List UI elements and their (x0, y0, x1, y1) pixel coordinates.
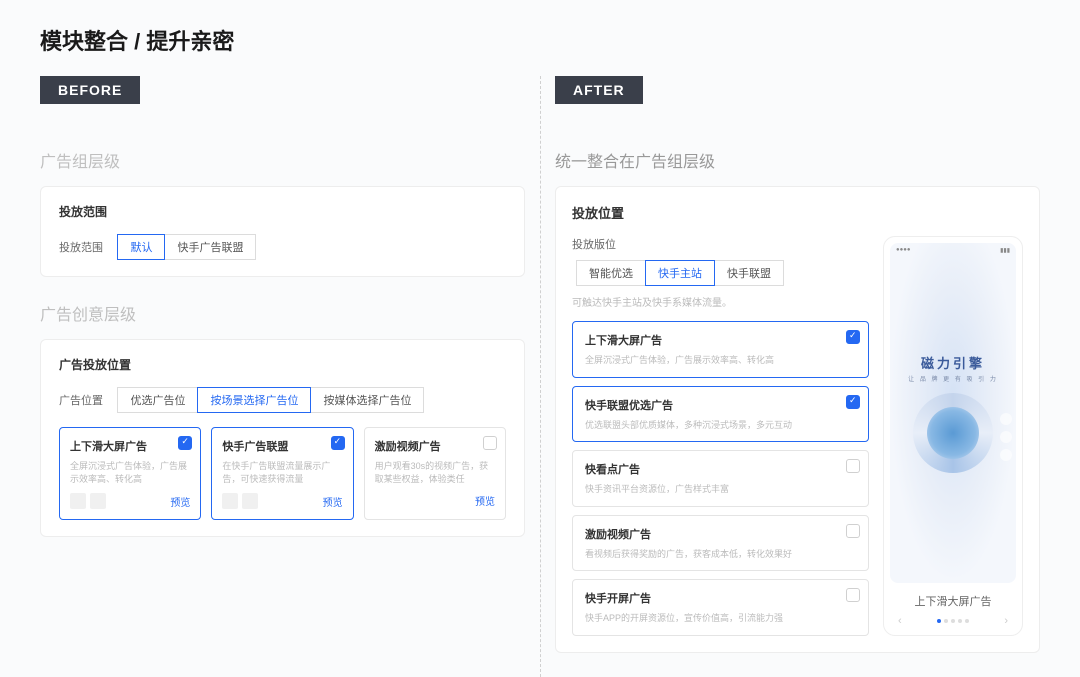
seg-default[interactable]: 默认 (117, 234, 165, 260)
opt-card-union[interactable]: 快手广告联盟 在快手广告联盟流量展示广告，可快速获得流量 预览 (211, 427, 353, 520)
section-label-adgroup: 广告组层级 (40, 148, 525, 172)
before-column: BEFORE 广告组层级 投放范围 投放范围 默认 快手广告联盟 广告创意层级 … (40, 76, 525, 677)
section-label-creative: 广告创意层级 (40, 301, 525, 325)
preview-link[interactable]: 预览 (475, 493, 495, 508)
opt-desc: 优选联盟头部优质媒体，多种沉浸式场景，多元互动 (585, 419, 856, 432)
opt-title: 激励视频广告 (375, 438, 495, 454)
opt-title: 上下滑大屏广告 (70, 438, 190, 454)
opt-desc: 全屏沉浸式广告体验，广告展示效率高、转化高 (585, 354, 856, 367)
opt-title: 快手开屏广告 (585, 590, 856, 606)
opt-desc: 快手资讯平台资源位，广告样式丰富 (585, 483, 856, 496)
checkbox-icon[interactable] (846, 588, 860, 602)
card-title: 广告投放位置 (59, 356, 506, 373)
phone-sub: 让 品 牌 更 有 吸 引 力 (908, 374, 998, 383)
phone-caption: 上下滑大屏广告 (890, 583, 1016, 613)
opt-desc: 快手APP的开屏资源位，宣传价值高，引流能力强 (585, 612, 856, 625)
tab-union[interactable]: 快手联盟 (714, 260, 784, 286)
section-label-unified: 统一整合在广告组层级 (555, 148, 1040, 172)
opt-desc: 看视频后获得奖励的广告，获客成本低，转化效果好 (585, 548, 856, 561)
thumb-icon (90, 493, 106, 509)
sub-title: 投放版位 (572, 236, 869, 252)
pagination-dots (937, 619, 969, 623)
opt-row-reward[interactable]: 激励视频广告 看视频后获得奖励的广告，获客成本低，转化效果好 (572, 515, 869, 572)
status-bar: ●●●●▮▮▮ (896, 247, 1010, 254)
tab-optimal[interactable]: 优选广告位 (117, 387, 198, 413)
opt-title: 快手联盟优选广告 (585, 397, 856, 413)
checkbox-icon[interactable] (331, 436, 345, 450)
preview-link[interactable]: 预览 (170, 494, 190, 509)
page-title: 模块整合 / 提升亲密 (0, 0, 1080, 76)
opt-row-kuaikan[interactable]: 快看点广告 快手资讯平台资源位，广告样式丰富 (572, 450, 869, 507)
preview-link[interactable]: 预览 (323, 494, 343, 509)
opt-title: 上下滑大屏广告 (585, 332, 856, 348)
opt-row-fullscreen[interactable]: 上下滑大屏广告 全屏沉浸式广告体验，广告展示效率高、转化高 (572, 321, 869, 378)
tab-by-media[interactable]: 按媒体选择广告位 (310, 387, 424, 413)
dot[interactable] (965, 619, 969, 623)
thumb-icon (70, 493, 86, 509)
opt-desc: 全屏沉浸式广告体验，广告展示效率高、转化高 (70, 460, 190, 485)
card-placement-scope: 投放范围 投放范围 默认 快手广告联盟 (40, 186, 525, 277)
phone-nav: ‹ › (890, 613, 1016, 629)
checkbox-icon[interactable] (846, 524, 860, 538)
tab-main[interactable]: 快手主站 (645, 260, 715, 286)
checkbox-icon[interactable] (483, 436, 497, 450)
opt-desc: 用户观看30s的视频广告，获取某些权益，体验类任 (375, 460, 495, 485)
checkbox-icon[interactable] (846, 330, 860, 344)
opt-title: 快看点广告 (585, 461, 856, 477)
checkbox-icon[interactable] (846, 395, 860, 409)
card-ad-placement: 广告投放位置 广告位置 优选广告位 按场景选择广告位 按媒体选择广告位 上下滑大… (40, 339, 525, 537)
seg-union[interactable]: 快手广告联盟 (164, 234, 256, 260)
tab-smart[interactable]: 智能优选 (576, 260, 646, 286)
thumb-icon (242, 493, 258, 509)
opt-card-reward[interactable]: 激励视频广告 用户观看30s的视频广告，获取某些权益，体验类任 预览 (364, 427, 506, 520)
after-column: AFTER 统一整合在广告组层级 投放位置 投放版位 智能优选 快手主站 快手联… (555, 76, 1040, 677)
card-placement-unified: 投放位置 投放版位 智能优选 快手主站 快手联盟 可触达快手主站及快手系媒体流量… (555, 186, 1040, 653)
card-title: 投放位置 (572, 203, 1023, 222)
option-list: 上下滑大屏广告 全屏沉浸式广告体验，广告展示效率高、转化高 快手联盟优选广告 优… (572, 321, 869, 636)
chevron-right-icon[interactable]: › (1004, 615, 1008, 627)
after-badge: AFTER (555, 76, 643, 104)
dot[interactable] (937, 619, 941, 623)
checkbox-icon[interactable] (178, 436, 192, 450)
opt-title: 激励视频广告 (585, 526, 856, 542)
thumb-icon (222, 493, 238, 509)
vortex-graphic (913, 393, 993, 473)
opt-title: 快手广告联盟 (222, 438, 342, 454)
row-label: 广告位置 (59, 392, 109, 408)
opt-card-fullscreen[interactable]: 上下滑大屏广告 全屏沉浸式广告体验，广告展示效率高、转化高 预览 (59, 427, 201, 520)
before-badge: BEFORE (40, 76, 140, 104)
option-cards: 上下滑大屏广告 全屏沉浸式广告体验，广告展示效率高、转化高 预览 快手广告联盟 … (59, 427, 506, 520)
dot[interactable] (958, 619, 962, 623)
opt-row-union-optimal[interactable]: 快手联盟优选广告 优选联盟头部优质媒体，多种沉浸式场景，多元互动 (572, 386, 869, 443)
dot[interactable] (944, 619, 948, 623)
dot[interactable] (951, 619, 955, 623)
column-divider (540, 76, 541, 677)
chevron-left-icon[interactable]: ‹ (898, 615, 902, 627)
checkbox-icon[interactable] (846, 459, 860, 473)
row-label: 投放范围 (59, 239, 109, 255)
card-title: 投放范围 (59, 203, 506, 220)
placement-tabs: 智能优选 快手主站 快手联盟 (576, 260, 783, 286)
hint-text: 可触达快手主站及快手系媒体流量。 (572, 294, 869, 309)
opt-row-splash[interactable]: 快手开屏广告 快手APP的开屏资源位，宣传价值高，引流能力强 (572, 579, 869, 636)
tab-by-scene[interactable]: 按场景选择广告位 (197, 387, 311, 413)
phone-screen: ●●●●▮▮▮ 磁力引擎 让 品 牌 更 有 吸 引 力 (890, 243, 1016, 583)
side-icons (1000, 413, 1012, 461)
scope-segment: 默认 快手广告联盟 (117, 234, 255, 260)
opt-desc: 在快手广告联盟流量展示广告，可快速获得流量 (222, 460, 342, 485)
phone-logo: 磁力引擎 (921, 353, 985, 372)
phone-preview: ●●●●▮▮▮ 磁力引擎 让 品 牌 更 有 吸 引 力 上下滑大屏广告 ‹ (883, 236, 1023, 636)
placement-tabs: 优选广告位 按场景选择广告位 按媒体选择广告位 (117, 387, 423, 413)
